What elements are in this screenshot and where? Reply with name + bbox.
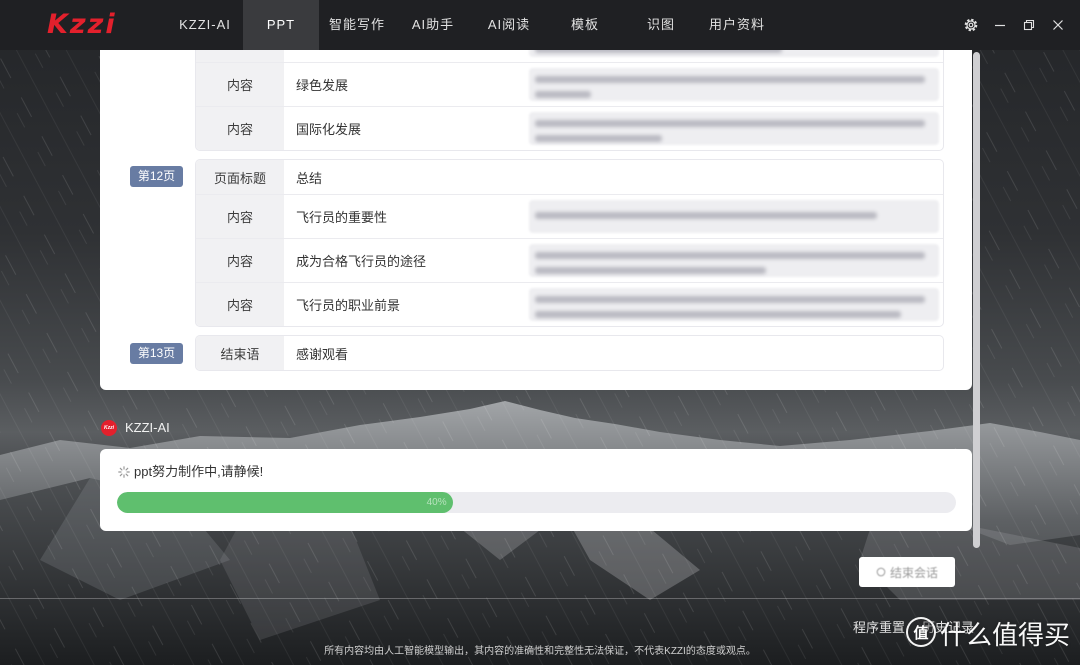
- row-title[interactable]: 飞行员的重要性: [284, 195, 521, 238]
- blurred-text-line: [535, 311, 902, 318]
- ppt-outline-card: 内容 绿色发展 内容 国际化发展 第12页 页面标题 总结 内容 飞行员的重要性…: [100, 50, 972, 390]
- row-type-label: 内容: [196, 107, 284, 150]
- outline-row: 内容 飞行员的职业前景: [196, 282, 943, 326]
- close-icon: [1052, 20, 1063, 30]
- row-type-label: 内容: [196, 283, 284, 326]
- ai-disclaimer: 所有内容均由人工智能模型输出，其内容的准确性和完整性无法保证，不代表KZZI的态…: [324, 646, 756, 657]
- restore-icon: [1023, 19, 1034, 31]
- row-type-label: 结束语: [196, 336, 284, 370]
- tab-ppt[interactable]: PPT: [243, 0, 319, 50]
- row-description: [521, 195, 943, 238]
- close-button[interactable]: [1043, 0, 1072, 50]
- progress-fill: 40%: [117, 492, 453, 513]
- watermark-logo-icon: 值: [906, 617, 936, 647]
- row-description: [521, 283, 943, 326]
- loading-icon: [118, 466, 130, 478]
- row-description: [521, 63, 943, 106]
- blurred-text-line: [535, 76, 926, 83]
- row-title[interactable]: 飞行员的职业前景: [284, 283, 521, 326]
- outline-row: 内容 国际化发展: [196, 106, 943, 150]
- blurred-text-line: [535, 120, 926, 127]
- assistant-avatar: Kzzi: [101, 420, 117, 436]
- reset-program-button[interactable]: 程序重置: [853, 620, 905, 636]
- tab-smart-writing[interactable]: 智能写作: [319, 0, 395, 50]
- row-title[interactable]: [284, 50, 521, 62]
- blurred-description: [529, 68, 939, 101]
- blurred-text-line: [535, 252, 926, 259]
- blurred-text-line: [535, 296, 926, 303]
- end-session-icon: [876, 567, 886, 577]
- row-title[interactable]: 绿色发展: [284, 63, 521, 106]
- tab-image-recognition[interactable]: 识图: [623, 0, 699, 50]
- blurred-description: [529, 112, 939, 145]
- minimize-button[interactable]: [985, 0, 1014, 50]
- row-type-label: 内容: [196, 239, 284, 282]
- outline-page-group: 内容 绿色发展 内容 国际化发展: [196, 50, 943, 150]
- restore-button[interactable]: [1014, 0, 1043, 50]
- blurred-description: [529, 200, 939, 233]
- blurred-description: [529, 288, 939, 321]
- tab-ai-reading[interactable]: AI阅读: [471, 0, 547, 50]
- scrollbar-thumb[interactable]: [973, 52, 980, 548]
- assistant-name: KZZI-AI: [125, 420, 170, 435]
- progress-message-card: ppt努力制作中,请静候! 40%: [100, 449, 972, 531]
- outline-page-group: 结束语 感谢观看: [196, 336, 943, 370]
- row-description: [521, 239, 943, 282]
- row-type-label: 内容: [196, 63, 284, 106]
- window-controls: [956, 0, 1072, 50]
- blurred-description: [529, 50, 939, 57]
- nav-tabs: KZZI-AI PPT 智能写作 AI助手 AI阅读 模板 识图 用户资料: [167, 0, 775, 50]
- tab-user-profile[interactable]: 用户资料: [699, 0, 775, 50]
- outline-row: [196, 50, 943, 62]
- end-session-button[interactable]: 结束会话: [859, 557, 955, 587]
- row-type-label: 内容: [196, 195, 284, 238]
- gear-icon: [964, 18, 977, 32]
- outline-row: 页面标题 总结: [196, 160, 943, 194]
- settings-button[interactable]: [956, 0, 985, 50]
- row-description: [521, 107, 943, 150]
- blurred-description: [529, 244, 939, 277]
- page-badge: 第13页: [130, 343, 183, 364]
- blurred-text-line: [535, 91, 591, 98]
- blurred-text-line: [535, 50, 782, 53]
- app-logo[interactable]: Kzzi: [47, 9, 117, 41]
- blurred-text-line: [535, 135, 663, 142]
- row-description: [521, 160, 943, 194]
- row-type-label: 页面标题: [196, 160, 284, 194]
- minimize-icon: [994, 24, 1005, 27]
- row-title[interactable]: 感谢观看: [284, 336, 521, 370]
- tab-templates[interactable]: 模板: [547, 0, 623, 50]
- top-navigation-bar: Kzzi KZZI-AI PPT 智能写作 AI助手 AI阅读 模板 识图 用户…: [0, 0, 1080, 50]
- row-title[interactable]: 成为合格飞行员的途径: [284, 239, 521, 282]
- row-type-label: [196, 50, 284, 62]
- progress-message: ppt努力制作中,请静候!: [134, 464, 264, 479]
- tab-kzzi-ai[interactable]: KZZI-AI: [167, 0, 243, 50]
- page-badge: 第12页: [130, 166, 183, 187]
- footer-divider: [0, 598, 1080, 599]
- row-description: [521, 50, 943, 62]
- blurred-text-line: [535, 267, 766, 274]
- outline-page-group: 页面标题 总结 内容 飞行员的重要性 内容 成为合格飞行员的途径 内容 飞行员的…: [196, 160, 943, 326]
- watermark-text: 什么值得买: [940, 620, 1071, 650]
- row-title[interactable]: 总结: [284, 160, 521, 194]
- outline-row: 内容 飞行员的重要性: [196, 194, 943, 238]
- progress-bar: 40%: [117, 492, 956, 513]
- end-session-label: 结束会话: [889, 565, 938, 580]
- outline-row: 结束语 感谢观看: [196, 336, 943, 370]
- progress-percent-label: 40%: [426, 497, 447, 508]
- blurred-text-line: [535, 212, 878, 219]
- tab-ai-assistant[interactable]: AI助手: [395, 0, 471, 50]
- outline-row: 内容 绿色发展: [196, 62, 943, 106]
- outline-row: 内容 成为合格飞行员的途径: [196, 238, 943, 282]
- row-title[interactable]: 国际化发展: [284, 107, 521, 150]
- row-description: [521, 336, 943, 370]
